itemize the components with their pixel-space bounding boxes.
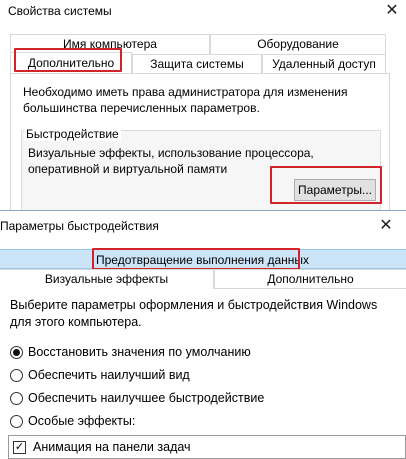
radio-best-appearance[interactable] — [10, 369, 23, 382]
window-title: Параметры быстродействия — [0, 219, 159, 233]
admin-note: Необходимо иметь права администратора дл… — [23, 85, 348, 115]
effects-listbox[interactable]: ✓ Анимация на панели задач — [8, 435, 406, 459]
tab-system-protection[interactable]: Защита системы — [132, 54, 262, 74]
highlight-settings-button — [270, 166, 382, 204]
radio-best-performance[interactable] — [10, 392, 23, 405]
option-label: Особые эффекты: — [28, 414, 136, 428]
tab-label: Удаленный доступ — [272, 57, 376, 71]
checkbox-label: Анимация на панели задач — [33, 440, 191, 454]
system-properties-window: Свойства системы ✕ Имя компьютера Оборуд… — [0, 0, 406, 220]
checkbox-taskbar-animation[interactable]: ✓ — [13, 441, 26, 454]
highlight-advanced-tab — [14, 48, 122, 72]
tab-hardware[interactable]: Оборудование — [210, 34, 386, 54]
tab-advanced-perf[interactable]: Дополнительно — [214, 269, 406, 289]
tab-label: Дополнительно — [267, 272, 354, 286]
close-icon[interactable]: ✕ — [384, 3, 400, 19]
tab-remote[interactable]: Удаленный доступ — [262, 54, 386, 74]
window-title: Свойства системы — [8, 4, 112, 18]
close-icon[interactable]: ✕ — [378, 218, 394, 234]
option-label: Обеспечить наилучший вид — [28, 368, 190, 382]
tab-label: Оборудование — [257, 37, 339, 51]
performance-group-title: Быстродействие — [24, 127, 121, 141]
option-label: Обеспечить наилучшее быстродействие — [28, 391, 265, 405]
tab-visual-effects[interactable]: Визуальные эффекты — [0, 269, 214, 289]
radio-dot — [13, 349, 20, 356]
tab-label: Визуальные эффекты — [44, 272, 169, 286]
radio-restore-defaults[interactable] — [10, 346, 23, 359]
performance-options-window: Параметры быстродействия ✕ Предотвращени… — [0, 210, 406, 459]
intro-text: Выберите параметры оформления и быстроде… — [10, 298, 378, 329]
option-label: Восстановить значения по умолчанию — [28, 345, 251, 359]
tab-label: Защита системы — [150, 57, 244, 71]
highlight-dep-tab — [92, 248, 300, 270]
radio-custom[interactable] — [10, 415, 23, 428]
visual-effects-panel: Выберите параметры оформления и быстроде… — [0, 289, 406, 459]
